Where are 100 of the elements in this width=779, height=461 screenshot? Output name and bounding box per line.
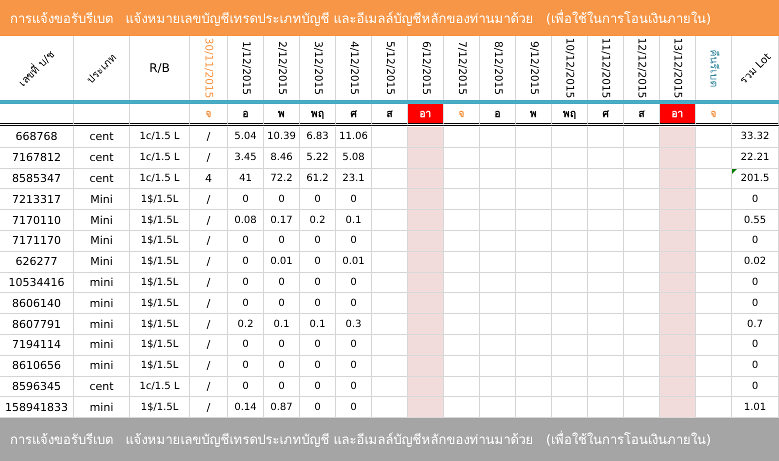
table-cell <box>444 356 480 377</box>
table-cell: 3.45 <box>228 148 264 169</box>
table-cell <box>696 230 732 252</box>
table-cell <box>696 356 732 377</box>
table-cell <box>588 376 624 398</box>
table-cell: 1$/1.5L <box>130 230 190 252</box>
table-cell: / <box>190 397 228 418</box>
table-cell: 0 <box>336 230 372 252</box>
table-cell <box>408 148 444 169</box>
table-cell <box>516 230 552 252</box>
column-header: คืนรีเบต <box>706 49 720 87</box>
table-cell <box>516 376 552 398</box>
table-cell <box>552 210 588 231</box>
table-cell: 0.1 <box>300 314 336 335</box>
table-cell <box>372 189 408 210</box>
table-cell <box>552 314 588 335</box>
table-cell <box>588 168 624 190</box>
table-cell: 0.01 <box>264 252 300 273</box>
table-cell <box>480 230 516 252</box>
table-cell <box>480 356 516 377</box>
table-cell: 0 <box>300 272 336 294</box>
day-label: อา <box>672 108 684 121</box>
table-cell <box>372 356 408 377</box>
table-cell <box>588 272 624 294</box>
table-cell <box>372 314 408 335</box>
table-cell <box>408 314 444 335</box>
table-cell: 0 <box>300 189 336 210</box>
table-cell: 1$/1.5L <box>130 252 190 273</box>
column-header: 12/12/2015 <box>636 38 648 98</box>
table-cell <box>696 210 732 231</box>
table-cell: 22.21 <box>732 148 779 169</box>
table-cell: 0.08 <box>228 210 264 231</box>
column-header: 7/12/2015 <box>456 41 468 95</box>
table-cell <box>516 397 552 418</box>
table-cell <box>624 272 660 294</box>
table-cell: 0 <box>264 356 300 377</box>
table-cell <box>588 293 624 314</box>
table-cell <box>660 189 696 210</box>
table-cell: / <box>190 356 228 377</box>
day-label: ศ <box>350 108 356 121</box>
table-cell: / <box>190 334 228 356</box>
table-cell <box>624 230 660 252</box>
day-label: ศ <box>602 108 608 121</box>
table-cell: 0 <box>264 272 300 294</box>
table-cell <box>660 168 696 190</box>
table-cell <box>372 168 408 190</box>
table-cell: 41 <box>228 168 264 190</box>
table-cell: / <box>190 252 228 273</box>
table-cell: 1$/1.5L <box>130 397 190 418</box>
day-label: พฤ <box>311 108 324 121</box>
table-cell <box>408 272 444 294</box>
table-cell <box>408 376 444 398</box>
table-cell <box>444 376 480 398</box>
day-label: พฤ <box>563 108 576 121</box>
table-cell <box>660 148 696 169</box>
table-cell: 0 <box>336 356 372 377</box>
table-cell <box>588 230 624 252</box>
table-cell: mini <box>74 293 130 314</box>
table-cell: cent <box>74 127 130 148</box>
table-cell: 0 <box>228 189 264 210</box>
column-header: 1/12/2015 <box>240 41 252 95</box>
table-cell: 1$/1.5L <box>130 356 190 377</box>
table-cell: 1c/1.5 L <box>130 127 190 148</box>
table-cell: 158941833 <box>0 397 74 418</box>
table-cell: 0 <box>300 252 336 273</box>
table-cell: 1$/1.5L <box>130 210 190 231</box>
table-cell: 0.2 <box>228 314 264 335</box>
table-cell: 0.1 <box>336 210 372 231</box>
table-cell <box>696 272 732 294</box>
table-cell <box>372 272 408 294</box>
table-cell <box>588 314 624 335</box>
table-cell: mini <box>74 334 130 356</box>
day-label: ส <box>638 108 644 121</box>
table-cell: / <box>190 189 228 210</box>
table-cell <box>480 210 516 231</box>
table-cell: 1c/1.5 L <box>130 168 190 190</box>
table-cell: 0 <box>732 293 779 314</box>
table-cell <box>444 252 480 273</box>
table-cell <box>444 168 480 190</box>
table-cell <box>516 272 552 294</box>
table-cell <box>552 356 588 377</box>
table-cell: 0 <box>300 230 336 252</box>
table-cell: 1$/1.5L <box>130 334 190 356</box>
table-cell <box>552 293 588 314</box>
table-cell: 1$/1.5L <box>130 293 190 314</box>
table-cell: 626277 <box>0 252 74 273</box>
table-cell: / <box>190 230 228 252</box>
table-cell: 0.87 <box>264 397 300 418</box>
table-cell: 11.06 <box>336 127 372 148</box>
table-cell <box>372 293 408 314</box>
table-cell: 8606140 <box>0 293 74 314</box>
table-cell <box>444 148 480 169</box>
table-cell <box>696 189 732 210</box>
table-cell <box>660 334 696 356</box>
table-cell: 0 <box>732 230 779 252</box>
table-cell: cent <box>74 148 130 169</box>
table-cell <box>408 230 444 252</box>
table-cell: 5.08 <box>336 148 372 169</box>
table-cell <box>480 334 516 356</box>
table-cell: 0 <box>228 334 264 356</box>
